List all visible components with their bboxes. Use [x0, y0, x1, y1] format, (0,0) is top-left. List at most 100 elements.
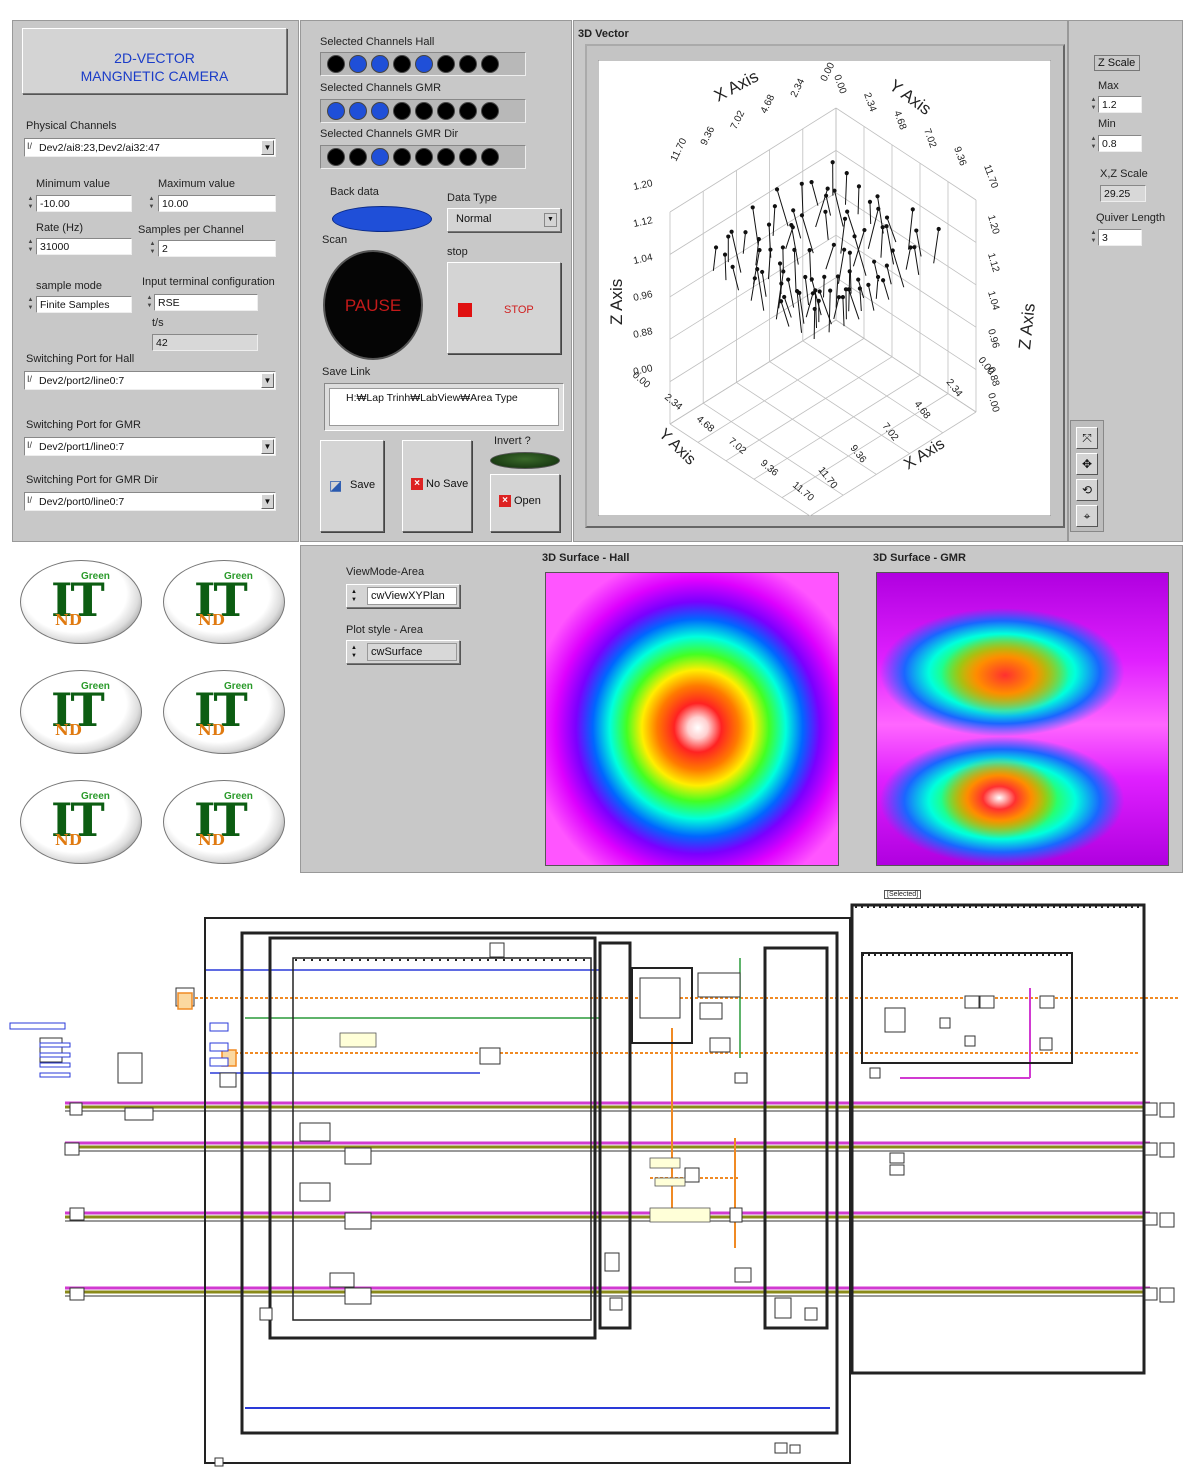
zoom-icon[interactable]: ⤧ — [1076, 427, 1098, 449]
stop-button[interactable]: STOP — [447, 262, 561, 354]
hall-port-select[interactable]: I/Dev2/port2/line0:7 ▼ — [24, 371, 276, 390]
logo-nd: ND — [55, 611, 82, 629]
data-type-label: Data Type — [447, 192, 497, 204]
rotate-icon[interactable]: ⟲ — [1076, 479, 1098, 501]
gmr-led-7[interactable] — [459, 102, 477, 120]
save-link-input[interactable]: H:₩Lap Trinh₩LabView₩Area Type — [329, 388, 559, 426]
dropdown-arrow-icon[interactable]: ▼ — [261, 439, 274, 454]
gmrdir-port-label: Switching Port for GMR Dir — [26, 474, 159, 486]
gmr-led-2[interactable] — [349, 102, 367, 120]
viewmode-select[interactable]: ▲ ▼ cwViewXYPlan — [346, 584, 460, 608]
gmrdir-led-3[interactable] — [371, 148, 389, 166]
logo-green: Green — [81, 571, 110, 582]
gmr-led-4[interactable] — [393, 102, 411, 120]
hall-led-3[interactable] — [371, 55, 389, 73]
pan-icon[interactable]: ✥ — [1076, 453, 1098, 475]
gmr-port-value: Dev2/port1/line0:7 — [39, 441, 125, 453]
gmr-port-select[interactable]: I/Dev2/port1/line0:7 ▼ — [24, 437, 276, 456]
sample-mode-spinner-icon[interactable]: ▲ ▼ — [26, 296, 35, 313]
dropdown-arrow-icon[interactable]: ▼ — [261, 373, 274, 388]
hall-port-value: Dev2/port2/line0:7 — [39, 375, 125, 387]
viewmode-value: cwViewXYPlan — [367, 587, 457, 605]
hall-led-1[interactable] — [327, 55, 345, 73]
gmrdir-led-8[interactable] — [481, 148, 499, 166]
min-input[interactable]: -10.00 — [36, 195, 132, 212]
quiver-spinner-icon[interactable]: ▲ ▼ — [1089, 229, 1098, 246]
sample-mode-select[interactable]: Finite Samples — [36, 296, 132, 313]
green-it-nd-logo: IT Green ND — [20, 780, 142, 864]
min-spinner-icon[interactable]: ▲ ▼ — [26, 195, 35, 212]
zmin-input[interactable]: 0.8 — [1098, 135, 1142, 152]
gmrdir-led-6[interactable] — [437, 148, 455, 166]
green-it-nd-logo: IT Green ND — [163, 670, 285, 754]
vector-plot[interactable]: X Axis Y AxisZ AxisZ AxisY Axis X Axis11.7… — [598, 60, 1051, 516]
plotstyle-select[interactable]: ▲ ▼ cwSurface — [346, 640, 460, 664]
open-button[interactable]: × Open — [490, 474, 560, 532]
hall-led-7[interactable] — [459, 55, 477, 73]
physical-channels-select[interactable]: I/Dev2/ai8:23,Dev2/ai32:47 ▼ — [24, 138, 276, 157]
hall-channels-leds[interactable] — [320, 52, 526, 76]
disk-icon: ◪ — [329, 477, 343, 493]
terminal-spinner-icon[interactable]: ▲ ▼ — [145, 294, 154, 311]
ts-label: t/s — [152, 317, 164, 329]
hall-led-4[interactable] — [393, 55, 411, 73]
gmr-led-8[interactable] — [481, 102, 499, 120]
hall-surface-title: 3D Surface - Hall — [542, 552, 630, 564]
gmrdir-led-1[interactable] — [327, 148, 345, 166]
quiver-input[interactable]: 3 — [1098, 229, 1142, 246]
zmax-label: Max — [1098, 80, 1119, 92]
rate-input[interactable]: 31000 — [36, 238, 132, 255]
dropdown-arrow-icon[interactable]: ▼ — [261, 494, 274, 509]
hall-led-8[interactable] — [481, 55, 499, 73]
gmr-channels-leds[interactable] — [320, 99, 526, 123]
max-spinner-icon[interactable]: ▲ ▼ — [147, 195, 156, 212]
terminal-select[interactable]: RSE — [154, 294, 258, 311]
ring-spinner-icon[interactable]: ▲ ▼ — [351, 644, 357, 660]
stop-label: stop — [447, 246, 468, 258]
rate-spinner-icon[interactable]: ▲ ▼ — [26, 238, 35, 255]
gmr-led-1[interactable] — [327, 102, 345, 120]
cursor-icon[interactable]: ⌖ — [1076, 505, 1098, 527]
ring-spinner-icon[interactable]: ▲ ▼ — [351, 588, 357, 604]
graph-toolbar: ⤧ ✥ ⟲ ⌖ — [1070, 420, 1104, 532]
data-type-select[interactable]: Normal ▼ — [447, 208, 561, 232]
zmax-input[interactable]: 1.2 — [1098, 96, 1142, 113]
samples-input[interactable]: 2 — [158, 240, 276, 257]
nosave-button[interactable]: × No Save — [402, 440, 472, 532]
gmr-surface-plot[interactable] — [876, 572, 1169, 866]
gmrdir-led-5[interactable] — [415, 148, 433, 166]
physical-channels-value: Dev2/ai8:23,Dev2/ai32:47 — [39, 142, 160, 154]
gmrdir-led-2[interactable] — [349, 148, 367, 166]
hall-led-5[interactable] — [415, 55, 433, 73]
io-icon: I/ — [27, 141, 33, 151]
hall-led-6[interactable] — [437, 55, 455, 73]
title-line2: MANGNETIC CAMERA — [80, 68, 229, 84]
xz-scale-label: X,Z Scale — [1100, 168, 1148, 180]
zmax-spinner-icon[interactable]: ▲ ▼ — [1089, 96, 1098, 113]
logo-green: Green — [81, 791, 110, 802]
logo-nd: ND — [55, 721, 82, 739]
save-button[interactable]: ◪ Save — [320, 440, 384, 532]
close-icon: × — [411, 478, 423, 491]
dropdown-arrow-icon[interactable]: ▼ — [261, 140, 274, 155]
logo-nd: ND — [198, 831, 225, 849]
green-it-nd-logo: IT Green ND — [163, 560, 285, 644]
invert-led[interactable] — [490, 452, 560, 469]
gmrdir-led-4[interactable] — [393, 148, 411, 166]
pause-button[interactable]: PAUSE — [323, 250, 423, 360]
gmrdir-channels-label: Selected Channels GMR Dir — [320, 128, 459, 140]
back-data-led[interactable] — [332, 206, 432, 232]
gmr-led-3[interactable] — [371, 102, 389, 120]
dropdown-arrow-icon[interactable]: ▼ — [544, 213, 557, 227]
zmin-spinner-icon[interactable]: ▲ ▼ — [1089, 135, 1098, 152]
hall-led-2[interactable] — [349, 55, 367, 73]
gmrdir-port-select[interactable]: I/Dev2/port0/line0:7 ▼ — [24, 492, 276, 511]
max-input[interactable]: 10.00 — [158, 195, 276, 212]
gmr-led-6[interactable] — [437, 102, 455, 120]
hall-surface-plot[interactable] — [545, 572, 839, 866]
gmrdir-channels-leds[interactable] — [320, 145, 526, 169]
rate-label: Rate (Hz) — [36, 222, 84, 234]
gmrdir-led-7[interactable] — [459, 148, 477, 166]
samples-spinner-icon[interactable]: ▲ ▼ — [148, 240, 157, 257]
gmr-led-5[interactable] — [415, 102, 433, 120]
